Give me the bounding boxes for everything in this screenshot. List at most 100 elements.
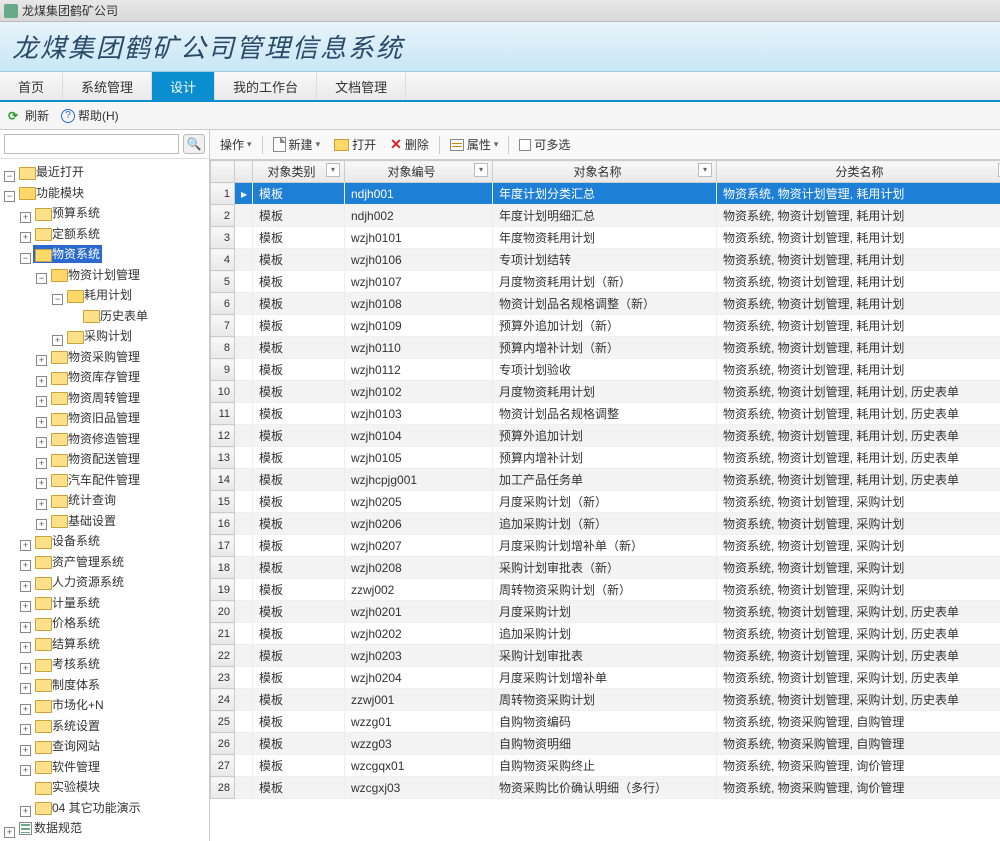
table-row[interactable]: 17模板wzjh0207月度采购计划增补单（新）物资系统, 物资计划管理, 采购…: [211, 535, 1000, 557]
table-row[interactable]: 11模板wzjh0103物资计划品名规格调整物资系统, 物资计划管理, 耗用计划…: [211, 403, 1000, 425]
column-header[interactable]: 对象类别▾: [253, 161, 345, 183]
tree-node[interactable]: 系统设置: [33, 717, 102, 735]
table-row[interactable]: 9模板wzjh0112专项计划验收物资系统, 物资计划管理, 耗用计划: [211, 359, 1000, 381]
data-grid[interactable]: 对象类别▾对象编号▾对象名称▾分类名称▾ 1▸模板ndjh001年度计划分类汇总…: [210, 160, 1000, 841]
tree-toggle[interactable]: +: [20, 540, 31, 551]
tree-toggle[interactable]: +: [20, 745, 31, 756]
menu-tab[interactable]: 首页: [0, 72, 63, 100]
tree-node[interactable]: 物资采购管理: [49, 348, 142, 366]
tree-toggle[interactable]: +: [36, 478, 47, 489]
tree-node[interactable]: 计量系统: [33, 594, 102, 612]
tree-node[interactable]: 制度体系: [33, 676, 102, 694]
tree-node[interactable]: 功能模块: [17, 184, 86, 202]
column-header[interactable]: 对象名称▾: [493, 161, 717, 183]
tree-node[interactable]: 统计查询: [49, 491, 118, 509]
tree-node[interactable]: 人力资源系统: [33, 573, 126, 591]
tree-toggle[interactable]: +: [20, 560, 31, 571]
tree-node[interactable]: 价格系统: [33, 614, 102, 632]
table-row[interactable]: 15模板wzjh0205月度采购计划（新）物资系统, 物资计划管理, 采购计划: [211, 491, 1000, 513]
tree-node[interactable]: 物资系统: [33, 245, 102, 263]
tree-node[interactable]: 最近打开: [17, 163, 86, 181]
tree-toggle[interactable]: +: [20, 704, 31, 715]
table-row[interactable]: 12模板wzjh0104预算外追加计划物资系统, 物资计划管理, 耗用计划, 历…: [211, 425, 1000, 447]
table-row[interactable]: 8模板wzjh0110预算内增补计划（新）物资系统, 物资计划管理, 耗用计划: [211, 337, 1000, 359]
table-row[interactable]: 25模板wzzg01自购物资编码物资系统, 物资采购管理, 自购管理: [211, 711, 1000, 733]
tree-node[interactable]: 预算系统: [33, 204, 102, 222]
multiselect-toggle[interactable]: 可多选: [515, 134, 574, 155]
tree-node[interactable]: 设备系统: [33, 532, 102, 550]
help-button[interactable]: ? 帮助(H): [61, 107, 119, 124]
table-row[interactable]: 27模板wzcgqx01自购物资采购终止物资系统, 物资采购管理, 询价管理: [211, 755, 1000, 777]
column-header[interactable]: 分类名称▾: [717, 161, 1000, 183]
tree-toggle[interactable]: +: [36, 437, 47, 448]
table-row[interactable]: 1▸模板ndjh001年度计划分类汇总物资系统, 物资计划管理, 耗用计划: [211, 183, 1000, 205]
menu-tab[interactable]: 系统管理: [63, 72, 152, 100]
tree-toggle[interactable]: +: [20, 212, 31, 223]
tree-toggle[interactable]: +: [20, 683, 31, 694]
operation-dropdown[interactable]: 操作 ▾: [216, 134, 256, 155]
tree-node[interactable]: 汽车配件管理: [49, 471, 142, 489]
filter-icon[interactable]: ▾: [474, 163, 488, 177]
tree-node[interactable]: 市场化+N: [33, 696, 106, 714]
tree-toggle[interactable]: +: [20, 232, 31, 243]
open-button[interactable]: 打开: [330, 134, 380, 155]
table-row[interactable]: 18模板wzjh0208采购计划审批表（新）物资系统, 物资计划管理, 采购计划: [211, 557, 1000, 579]
tree-toggle[interactable]: +: [20, 663, 31, 674]
tree-toggle[interactable]: −: [36, 273, 47, 284]
tree-toggle[interactable]: +: [20, 806, 31, 817]
tree-toggle[interactable]: +: [36, 519, 47, 530]
tree-node[interactable]: 04 其它功能演示: [33, 799, 143, 817]
filter-icon[interactable]: ▾: [698, 163, 712, 177]
table-row[interactable]: 14模板wzjhcpjg001加工产品任务单物资系统, 物资计划管理, 耗用计划…: [211, 469, 1000, 491]
tree-toggle[interactable]: −: [4, 191, 15, 202]
filter-icon[interactable]: ▾: [326, 163, 340, 177]
tree-node[interactable]: 物资计划管理: [49, 266, 142, 284]
tree-toggle[interactable]: +: [36, 458, 47, 469]
tree-toggle[interactable]: +: [20, 765, 31, 776]
table-row[interactable]: 16模板wzjh0206追加采购计划（新）物资系统, 物资计划管理, 采购计划: [211, 513, 1000, 535]
tree-toggle[interactable]: +: [36, 417, 47, 428]
tree-node[interactable]: 资产管理系统: [33, 553, 126, 571]
table-row[interactable]: 3模板wzjh0101年度物资耗用计划物资系统, 物资计划管理, 耗用计划: [211, 227, 1000, 249]
tree-node[interactable]: 实验模块: [33, 778, 102, 796]
tree-node[interactable]: 物资库存管理: [49, 368, 142, 386]
table-row[interactable]: 5模板wzjh0107月度物资耗用计划（新）物资系统, 物资计划管理, 耗用计划: [211, 271, 1000, 293]
tree-node[interactable]: 物资周转管理: [49, 389, 142, 407]
table-row[interactable]: 4模板wzjh0106专项计划结转物资系统, 物资计划管理, 耗用计划: [211, 249, 1000, 271]
table-row[interactable]: 19模板zzwj002周转物资采购计划（新）物资系统, 物资计划管理, 采购计划: [211, 579, 1000, 601]
search-button[interactable]: 🔍: [183, 134, 205, 154]
search-input[interactable]: [4, 134, 179, 154]
menu-tab[interactable]: 我的工作台: [215, 72, 317, 100]
tree-toggle[interactable]: +: [36, 396, 47, 407]
tree-node[interactable]: 软件管理: [33, 758, 102, 776]
tree-toggle[interactable]: +: [4, 827, 15, 838]
table-row[interactable]: 13模板wzjh0105预算内增补计划物资系统, 物资计划管理, 耗用计划, 历…: [211, 447, 1000, 469]
table-row[interactable]: 24模板zzwj001周转物资采购计划物资系统, 物资计划管理, 采购计划, 历…: [211, 689, 1000, 711]
table-row[interactable]: 21模板wzjh0202追加采购计划物资系统, 物资计划管理, 采购计划, 历史…: [211, 623, 1000, 645]
tree-node[interactable]: 耗用计划: [65, 286, 134, 304]
tree-toggle[interactable]: +: [20, 642, 31, 653]
menu-tab[interactable]: 设计: [152, 72, 215, 100]
tree-node[interactable]: 数据规范: [17, 819, 84, 837]
tree-toggle[interactable]: −: [52, 294, 63, 305]
tree-toggle[interactable]: +: [52, 335, 63, 346]
table-row[interactable]: 10模板wzjh0102月度物资耗用计划物资系统, 物资计划管理, 耗用计划, …: [211, 381, 1000, 403]
tree-node[interactable]: 物资旧品管理: [49, 409, 142, 427]
properties-button[interactable]: 属性 ▾: [446, 134, 503, 155]
table-row[interactable]: 2模板ndjh002年度计划明细汇总物资系统, 物资计划管理, 耗用计划: [211, 205, 1000, 227]
tree-node[interactable]: 定额系统: [33, 225, 102, 243]
tree-toggle[interactable]: +: [36, 355, 47, 366]
tree-node[interactable]: 考核系统: [33, 655, 102, 673]
table-row[interactable]: 22模板wzjh0203采购计划审批表物资系统, 物资计划管理, 采购计划, 历…: [211, 645, 1000, 667]
refresh-button[interactable]: ⟳ 刷新: [8, 107, 49, 124]
tree-node[interactable]: 查询网站: [33, 737, 102, 755]
tree-toggle[interactable]: +: [36, 376, 47, 387]
menu-tab[interactable]: 文档管理: [317, 72, 406, 100]
tree-node[interactable]: 物资修造管理: [49, 430, 142, 448]
column-header[interactable]: 对象编号▾: [345, 161, 493, 183]
table-row[interactable]: 7模板wzjh0109预算外追加计划（新）物资系统, 物资计划管理, 耗用计划: [211, 315, 1000, 337]
tree-toggle[interactable]: −: [4, 171, 15, 182]
tree-toggle[interactable]: +: [20, 622, 31, 633]
tree-toggle[interactable]: +: [36, 499, 47, 510]
table-row[interactable]: 6模板wzjh0108物资计划品名规格调整（新）物资系统, 物资计划管理, 耗用…: [211, 293, 1000, 315]
